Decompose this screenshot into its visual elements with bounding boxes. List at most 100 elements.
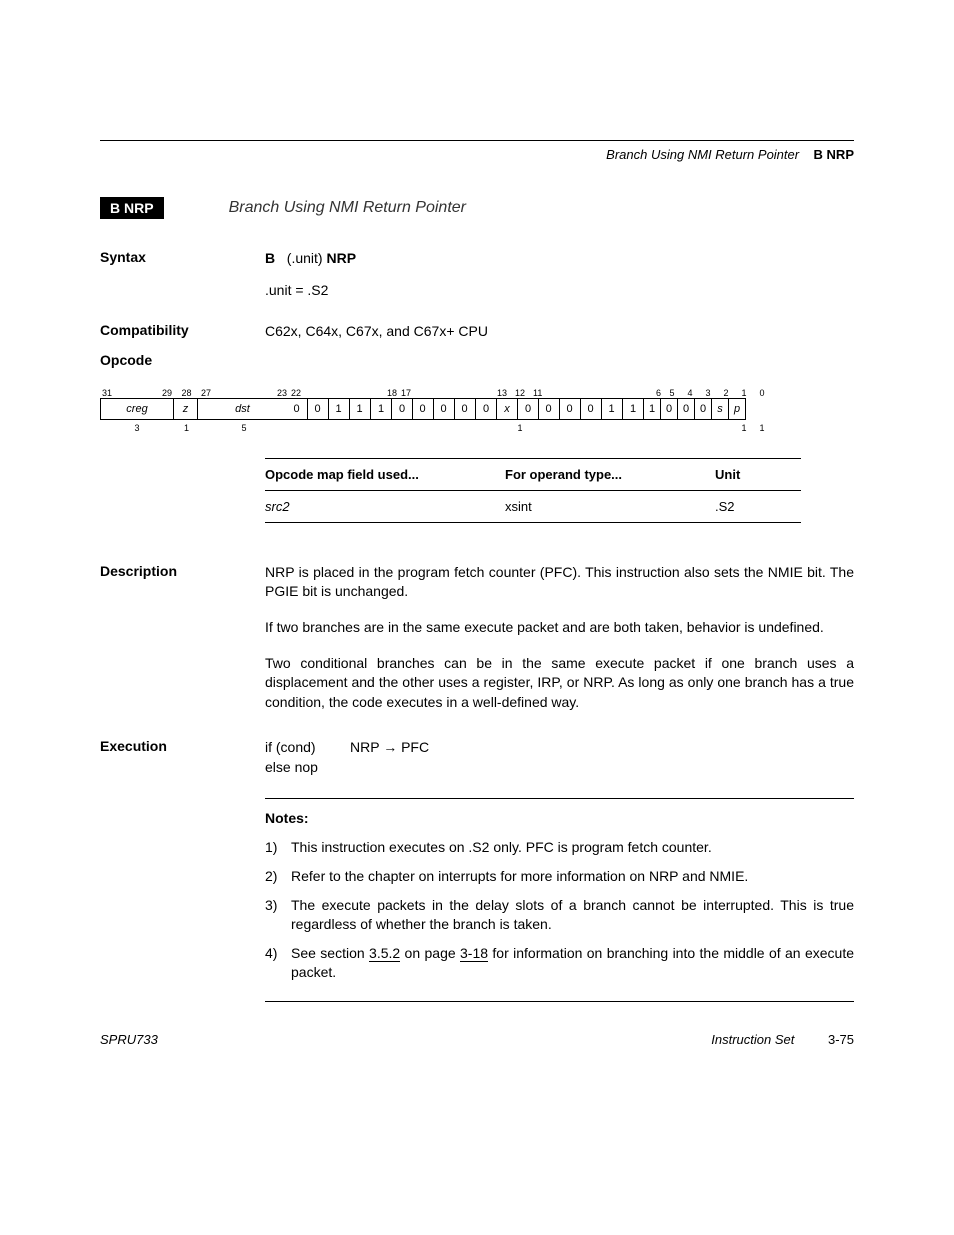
bn4: 4 xyxy=(681,388,699,398)
note-4-text: See section 3.5.2 on page 3-18 for infor… xyxy=(291,944,854,982)
bn27: 27 xyxy=(201,388,211,398)
syntax-label: Syntax xyxy=(100,249,265,312)
fz-1: 0 xyxy=(538,398,560,420)
n4-mid: on page xyxy=(400,945,460,961)
opcode-map-table: Opcode map field used... For operand typ… xyxy=(265,458,801,523)
bit-row: creg z dst 0 0 1 1 1 0 0 0 0 0 x 0 0 0 0… xyxy=(100,398,854,420)
fz-2: 0 xyxy=(559,398,581,420)
w-s: 1 xyxy=(735,423,753,433)
fx-3: 1 xyxy=(349,398,371,420)
bn18: 18 xyxy=(387,388,397,398)
note-2: 2) Refer to the chapter on interrupts fo… xyxy=(265,867,854,886)
w-x: 1 xyxy=(509,423,531,433)
bn0: 0 xyxy=(753,388,771,398)
fy-2: 0 xyxy=(433,398,455,420)
f-creg: creg xyxy=(100,398,174,420)
notes-title: Notes: xyxy=(265,809,854,829)
syntax-unit-line: .unit = .S2 xyxy=(265,281,854,301)
page-footer: SPRU733 Instruction Set 3-75 xyxy=(100,1032,854,1047)
fy-4: 0 xyxy=(475,398,497,420)
syntax-content: B (.unit) NRP .unit = .S2 xyxy=(265,249,854,312)
bn3: 3 xyxy=(699,388,717,398)
fx-1: 0 xyxy=(307,398,329,420)
f-s: s xyxy=(711,398,729,420)
n4-pre: See section xyxy=(291,945,369,961)
f-b4: 0 xyxy=(660,398,678,420)
fx-4: 1 xyxy=(370,398,392,420)
exec-else: else nop xyxy=(265,758,854,778)
note-2-num: 2) xyxy=(265,867,291,886)
footer-pagenum: 3-75 xyxy=(828,1032,854,1047)
f-b3: 0 xyxy=(677,398,695,420)
mh1: Opcode map field used... xyxy=(265,467,505,482)
bn5: 5 xyxy=(663,388,681,398)
mr1c2: xsint xyxy=(505,499,715,514)
exec-expr: NRP → PFC xyxy=(350,738,429,758)
fx-0: 0 xyxy=(286,398,308,420)
bn17: 17 xyxy=(401,388,411,398)
f-z: z xyxy=(173,398,198,420)
bit-diagram: 3129 28 2723 2218 1713 12 116 5 4 3 2 1 … xyxy=(100,388,854,433)
f-dst: dst xyxy=(197,398,287,420)
note-4-num: 4) xyxy=(265,944,291,982)
title-row: B NRP Branch Using NMI Return Pointer xyxy=(100,197,854,219)
execution-section: Execution if (cond) NRP → PFC else nop xyxy=(100,738,854,777)
description-section: Description NRP is placed in the program… xyxy=(100,563,854,729)
bn29: 29 xyxy=(162,388,172,398)
header-italic: Branch Using NMI Return Pointer xyxy=(606,147,799,162)
running-header: Branch Using NMI Return Pointer B NRP xyxy=(100,147,854,162)
note-1-num: 1) xyxy=(265,838,291,857)
note-3-num: 3) xyxy=(265,896,291,934)
opcode-section: Opcode xyxy=(100,352,854,368)
link-page[interactable]: 3-18 xyxy=(460,945,488,962)
fy-0: 0 xyxy=(391,398,413,420)
fz-5: 1 xyxy=(622,398,644,420)
note-3: 3) The execute packets in the delay slot… xyxy=(265,896,854,934)
execution-label: Execution xyxy=(100,738,265,777)
fz-0: 0 xyxy=(517,398,539,420)
syntax-unit: (.unit) xyxy=(287,250,323,266)
note-4: 4) See section 3.5.2 on page 3-18 for in… xyxy=(265,944,854,982)
f-x: x xyxy=(496,398,518,420)
footer-docid: SPRU733 xyxy=(100,1032,158,1047)
link-section[interactable]: 3.5.2 xyxy=(369,945,400,962)
syntax-section: Syntax B (.unit) NRP .unit = .S2 xyxy=(100,249,854,312)
header-divider xyxy=(100,140,854,141)
notes-box: Notes: 1) This instruction executes on .… xyxy=(265,798,854,1003)
w-p: 1 xyxy=(753,423,771,433)
f-b2: 0 xyxy=(694,398,712,420)
note-1-text: This instruction executes on .S2 only. P… xyxy=(291,838,712,857)
fz-4: 1 xyxy=(601,398,623,420)
bn31: 31 xyxy=(102,388,112,398)
fx-2: 1 xyxy=(328,398,350,420)
notes-section: Notes: 1) This instruction executes on .… xyxy=(100,798,854,1003)
execution-content: if (cond) NRP → PFC else nop xyxy=(265,738,854,777)
bn12: 12 xyxy=(509,388,531,398)
bn2: 2 xyxy=(717,388,735,398)
desc-p1: NRP is placed in the program fetch count… xyxy=(265,563,854,602)
bn13: 13 xyxy=(497,388,507,398)
exec-ifcond: if (cond) xyxy=(265,738,350,758)
w-creg: 3 xyxy=(100,423,174,433)
f-b5: 1 xyxy=(643,398,661,420)
compat-section: Compatibility C62x, C64x, C67x, and C67x… xyxy=(100,322,854,342)
bn22: 22 xyxy=(291,388,301,398)
description-label: Description xyxy=(100,563,265,729)
mr1c1: src2 xyxy=(265,499,505,514)
bn28: 28 xyxy=(174,388,199,398)
bit-widths: 3 1 5 1 1 1 xyxy=(100,423,854,433)
fy-1: 0 xyxy=(412,398,434,420)
note-2-text: Refer to the chapter on interrupts for m… xyxy=(291,867,748,886)
note-3-text: The execute packets in the delay slots o… xyxy=(291,896,854,934)
mh2: For operand type... xyxy=(505,467,715,482)
instruction-title: Branch Using NMI Return Pointer xyxy=(229,199,466,217)
opcode-label: Opcode xyxy=(100,352,265,368)
note-1: 1) This instruction executes on .S2 only… xyxy=(265,838,854,857)
bn23: 23 xyxy=(277,388,287,398)
bit-numbers-top: 3129 28 2723 2218 1713 12 116 5 4 3 2 1 … xyxy=(100,388,854,398)
bn6: 6 xyxy=(656,388,661,398)
fz-3: 0 xyxy=(580,398,602,420)
syntax-nrp: NRP xyxy=(326,250,356,266)
header-bold: B NRP xyxy=(814,147,854,162)
w-z: 1 xyxy=(174,423,199,433)
